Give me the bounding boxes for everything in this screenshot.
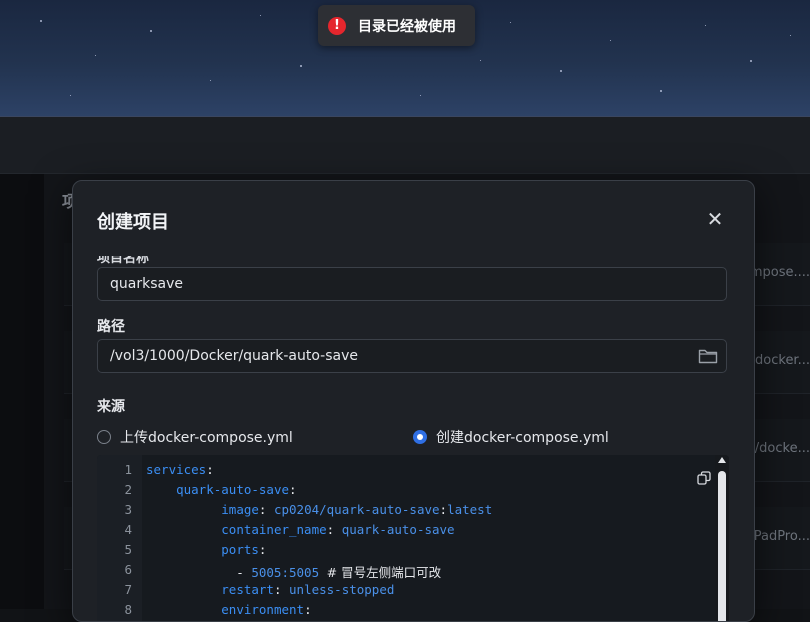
code-line: - 5005:5005 # 冒号左侧端口可改 — [146, 565, 442, 580]
path-value: /vol3/1000/Docker/quark-auto-save — [110, 348, 359, 364]
editor-scrollbar[interactable] — [715, 455, 729, 621]
source-label: 来源 — [97, 399, 125, 415]
code-line: ports: — [221, 542, 267, 557]
line-number: 3 — [124, 502, 132, 517]
background-row-text: o/docke... — [746, 441, 810, 456]
create-project-dialog: 创建项目 ✕ 项目名称 quarksave 路径 /vol3/1000/Dock… — [72, 180, 755, 622]
code-line: services: — [146, 462, 214, 477]
toast-message: 目录已经被使用 — [358, 18, 456, 35]
close-icon[interactable]: ✕ — [703, 207, 727, 231]
project-name-input[interactable]: quarksave — [97, 267, 727, 301]
background-row-text: tPadPro... — [748, 529, 810, 544]
compose-code-editor[interactable]: 1 2 3 4 5 6 7 8 services: quark-auto-sav… — [97, 455, 729, 621]
code-line: image: cp0204/quark-auto-save:latest — [221, 502, 493, 517]
line-number: 6 — [124, 562, 132, 577]
line-number: 2 — [124, 482, 132, 497]
error-toast: ! 目录已经被使用 — [318, 5, 475, 46]
code-line: quark-auto-save: — [176, 482, 297, 497]
code-line: container_name: quark-auto-save — [221, 522, 455, 537]
line-number: 7 — [124, 582, 132, 597]
project-name-label: 项目名称 — [97, 251, 150, 266]
line-number: 8 — [124, 602, 132, 617]
path-input[interactable]: /vol3/1000/Docker/quark-auto-save — [97, 339, 727, 373]
source-option-upload[interactable]: 上传docker-compose.yml — [97, 427, 293, 447]
dialog-title: 创建项目 — [97, 212, 169, 233]
code-line: restart: unless-stopped — [221, 582, 395, 597]
line-number: 5 — [124, 542, 132, 557]
line-number: 4 — [124, 522, 132, 537]
path-label: 路径 — [97, 319, 125, 335]
scrollbar-thumb[interactable] — [718, 471, 726, 621]
copy-icon[interactable] — [697, 471, 711, 485]
background-row-text: /docker... — [750, 353, 810, 368]
project-name-value: quarksave — [110, 276, 183, 292]
code-line: environment: — [221, 602, 312, 617]
line-number: 1 — [124, 462, 132, 477]
folder-icon[interactable] — [698, 348, 718, 364]
radio-button[interactable] — [97, 430, 111, 444]
source-option-create[interactable]: 创建docker-compose.yml — [413, 427, 609, 447]
top-navigation-bar — [0, 117, 810, 174]
source-option-label: 创建docker-compose.yml — [436, 430, 609, 446]
radio-button-selected[interactable] — [413, 430, 427, 444]
error-circle-icon: ! — [328, 16, 346, 35]
source-option-label: 上传docker-compose.yml — [120, 430, 293, 446]
scroll-up-arrow-icon[interactable] — [718, 457, 726, 463]
